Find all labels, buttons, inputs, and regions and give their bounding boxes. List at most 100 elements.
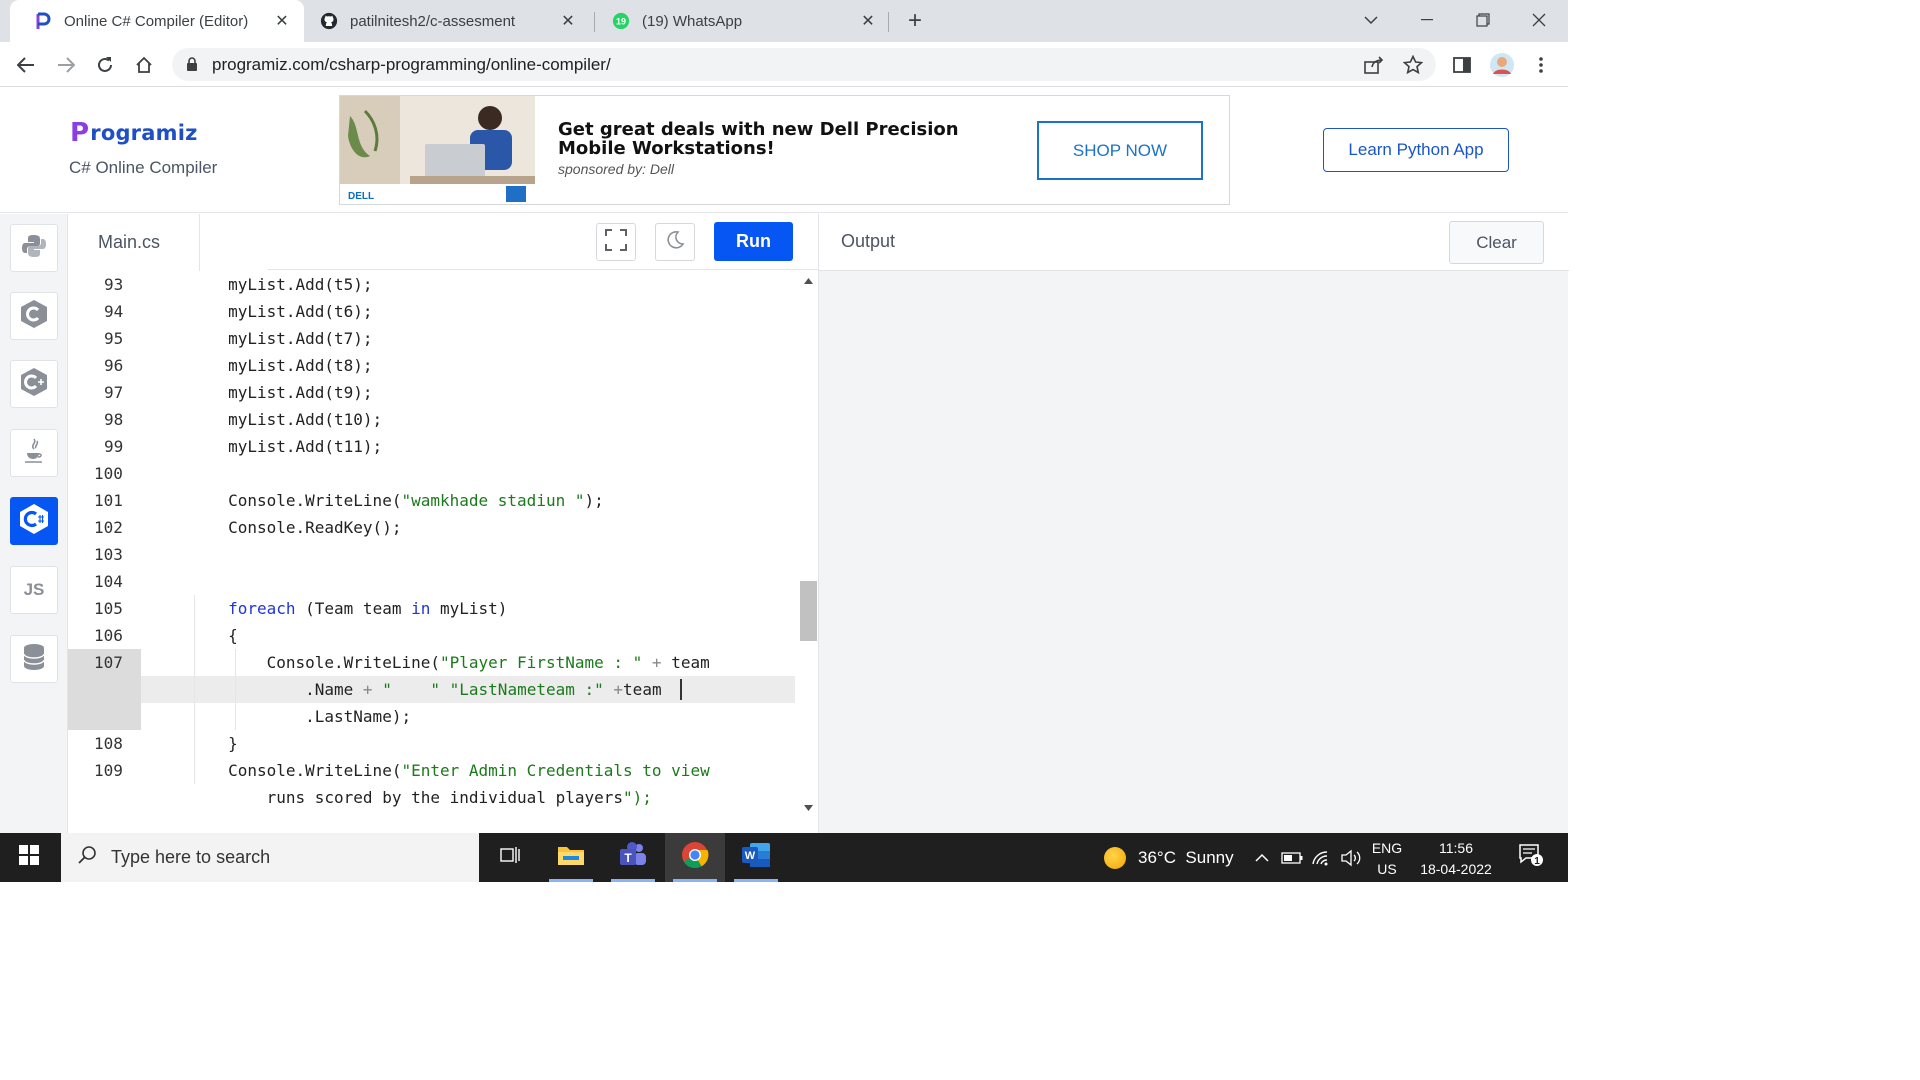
learn-python-app-button[interactable]: Learn Python App xyxy=(1323,128,1509,172)
code-line[interactable]: runs scored by the individual players"); xyxy=(151,784,652,811)
task-view-button[interactable] xyxy=(480,833,540,882)
teams-button[interactable]: T xyxy=(603,833,663,882)
fullscreen-button[interactable] xyxy=(596,223,636,261)
close-tab-icon[interactable]: ✕ xyxy=(558,11,578,31)
more-vert-icon[interactable] xyxy=(1526,50,1556,80)
weather-widget[interactable]: 36°C Sunny xyxy=(1104,833,1234,882)
dark-mode-button[interactable] xyxy=(655,223,695,261)
line-number: 109 xyxy=(94,761,123,780)
ad-brand: DELL xyxy=(348,191,374,202)
code-line[interactable]: foreach (Team team in myList) xyxy=(151,595,507,622)
chrome-icon xyxy=(681,841,709,874)
side-panel-icon[interactable] xyxy=(1447,50,1477,80)
tab-online-compiler[interactable]: Online C# Compiler (Editor) ✕ xyxy=(10,0,304,42)
line-number: 98 xyxy=(104,410,124,429)
editor-header: Main.cs Run xyxy=(68,214,886,271)
reload-icon[interactable] xyxy=(90,50,120,80)
line-number xyxy=(68,703,141,730)
ad-headline[interactable]: Get great deals with new Dell Precision … xyxy=(558,120,1018,158)
profile-avatar[interactable] xyxy=(1487,50,1517,80)
shop-now-button[interactable]: SHOP NOW xyxy=(1037,121,1203,180)
word-button[interactable]: W xyxy=(726,833,786,882)
wifi-icon[interactable] xyxy=(1309,833,1335,882)
tab-search-chevron-icon[interactable] xyxy=(1343,0,1399,40)
lang-java-button[interactable] xyxy=(10,429,58,477)
close-tab-icon[interactable]: ✕ xyxy=(858,11,878,31)
tab-github[interactable]: patilnitesh2/c-assesment ✕ xyxy=(296,0,590,42)
run-button[interactable]: Run xyxy=(714,222,793,261)
github-icon xyxy=(320,12,338,30)
input-language-indicator[interactable]: ENG US xyxy=(1368,838,1406,880)
moon-icon xyxy=(665,230,685,255)
lang-sql-button[interactable] xyxy=(10,635,58,683)
code-line[interactable]: Console.ReadKey(); xyxy=(151,514,401,541)
chrome-button[interactable] xyxy=(665,833,725,882)
scroll-up-arrow-icon xyxy=(804,278,813,284)
weather-text: 36°C Sunny xyxy=(1138,847,1234,867)
line-number: 107 xyxy=(68,649,141,676)
code-line[interactable]: myList.Add(t7); xyxy=(151,325,373,352)
restore-icon[interactable] xyxy=(1455,0,1511,40)
word-icon: W xyxy=(741,842,771,873)
file-explorer-button[interactable] xyxy=(541,833,601,882)
start-button[interactable] xyxy=(0,833,58,882)
back-arrow-icon[interactable] xyxy=(11,50,41,80)
editor-scrollbar[interactable] xyxy=(800,271,817,818)
code-line[interactable]: myList.Add(t11); xyxy=(151,433,382,460)
line-number: 94 xyxy=(104,302,124,321)
file-tab-main-cs[interactable]: Main.cs xyxy=(68,214,200,271)
close-tab-icon[interactable]: ✕ xyxy=(272,11,292,31)
notification-center-button[interactable]: 1 xyxy=(1508,833,1553,882)
clear-button[interactable]: Clear xyxy=(1449,221,1544,264)
lang-cpp-button[interactable] xyxy=(10,360,58,408)
fullscreen-icon xyxy=(605,228,627,256)
code-line[interactable]: Console.ReadLine(); xyxy=(151,811,411,818)
code-line[interactable]: Console.WriteLine("Enter Admin Credentia… xyxy=(151,757,710,784)
code-line[interactable]: myList.Add(t9); xyxy=(151,379,373,406)
battery-icon[interactable] xyxy=(1279,833,1305,882)
search-icon xyxy=(77,845,97,870)
programiz-logo[interactable]: P rogramiz xyxy=(70,118,198,148)
code-line[interactable]: myList.Add(t6); xyxy=(151,298,373,325)
bookmark-star-icon[interactable] xyxy=(1398,50,1428,80)
code-line[interactable]: myList.Add(t8); xyxy=(151,352,373,379)
lock-icon[interactable] xyxy=(186,57,198,72)
url-text: programiz.com/csharp-programming/online-… xyxy=(212,54,611,74)
clock-date: 18-04-2022 xyxy=(1420,861,1492,877)
code-line[interactable]: myList.Add(t5); xyxy=(151,271,373,298)
close-window-icon[interactable] xyxy=(1511,0,1567,40)
new-tab-button[interactable]: + xyxy=(900,6,930,36)
lang-js-button[interactable]: JS xyxy=(10,566,58,614)
scroll-thumb[interactable] xyxy=(800,581,817,641)
code-area[interactable]: myList.Add(t5); myList.Add(t6); myList.A… xyxy=(141,271,797,818)
header-divider xyxy=(268,269,886,270)
chevron-up-icon[interactable] xyxy=(1251,833,1273,882)
code-line[interactable]: Console.WriteLine("wamkhade stadiun "); xyxy=(151,487,604,514)
code-line[interactable]: .LastName); xyxy=(151,703,411,730)
svg-text:W: W xyxy=(745,850,756,862)
forward-arrow-icon[interactable] xyxy=(51,50,81,80)
code-editor[interactable]: 93 94 95 96 97 98 99 100 101 102 103 104 105 106 107 10… xyxy=(68,271,818,818)
ad-banner[interactable]: DELL Get great deals with new Dell Preci… xyxy=(339,95,1230,205)
minimize-icon[interactable] xyxy=(1399,0,1455,40)
lang-top: ENG xyxy=(1371,840,1403,856)
lang-python-button[interactable] xyxy=(10,224,58,272)
tab-whatsapp[interactable]: 19 (19) WhatsApp ✕ xyxy=(588,0,890,42)
share-icon[interactable] xyxy=(1359,50,1389,80)
lang-bottom: US xyxy=(1377,861,1397,877)
address-bar[interactable]: programiz.com/csharp-programming/online-… xyxy=(172,48,1436,81)
programiz-icon xyxy=(34,12,52,30)
code-line[interactable]: myList.Add(t10); xyxy=(151,406,382,433)
tab-title: patilnitesh2/c-assesment xyxy=(350,12,516,30)
lang-csharp-button[interactable] xyxy=(10,497,58,545)
ad-image[interactable]: DELL xyxy=(340,96,535,204)
line-number xyxy=(68,676,141,703)
taskbar-clock[interactable]: 11:56 18-04-2022 xyxy=(1412,838,1500,880)
lang-c-button[interactable] xyxy=(10,292,58,340)
volume-icon[interactable] xyxy=(1338,833,1364,882)
home-icon[interactable] xyxy=(129,50,159,80)
taskbar-search-box[interactable]: Type here to search xyxy=(61,833,479,882)
language-sidebar: JS xyxy=(0,214,68,833)
code-line[interactable]: .Name + " " "LastNameteam :" +team xyxy=(151,676,661,703)
line-number xyxy=(68,784,141,811)
